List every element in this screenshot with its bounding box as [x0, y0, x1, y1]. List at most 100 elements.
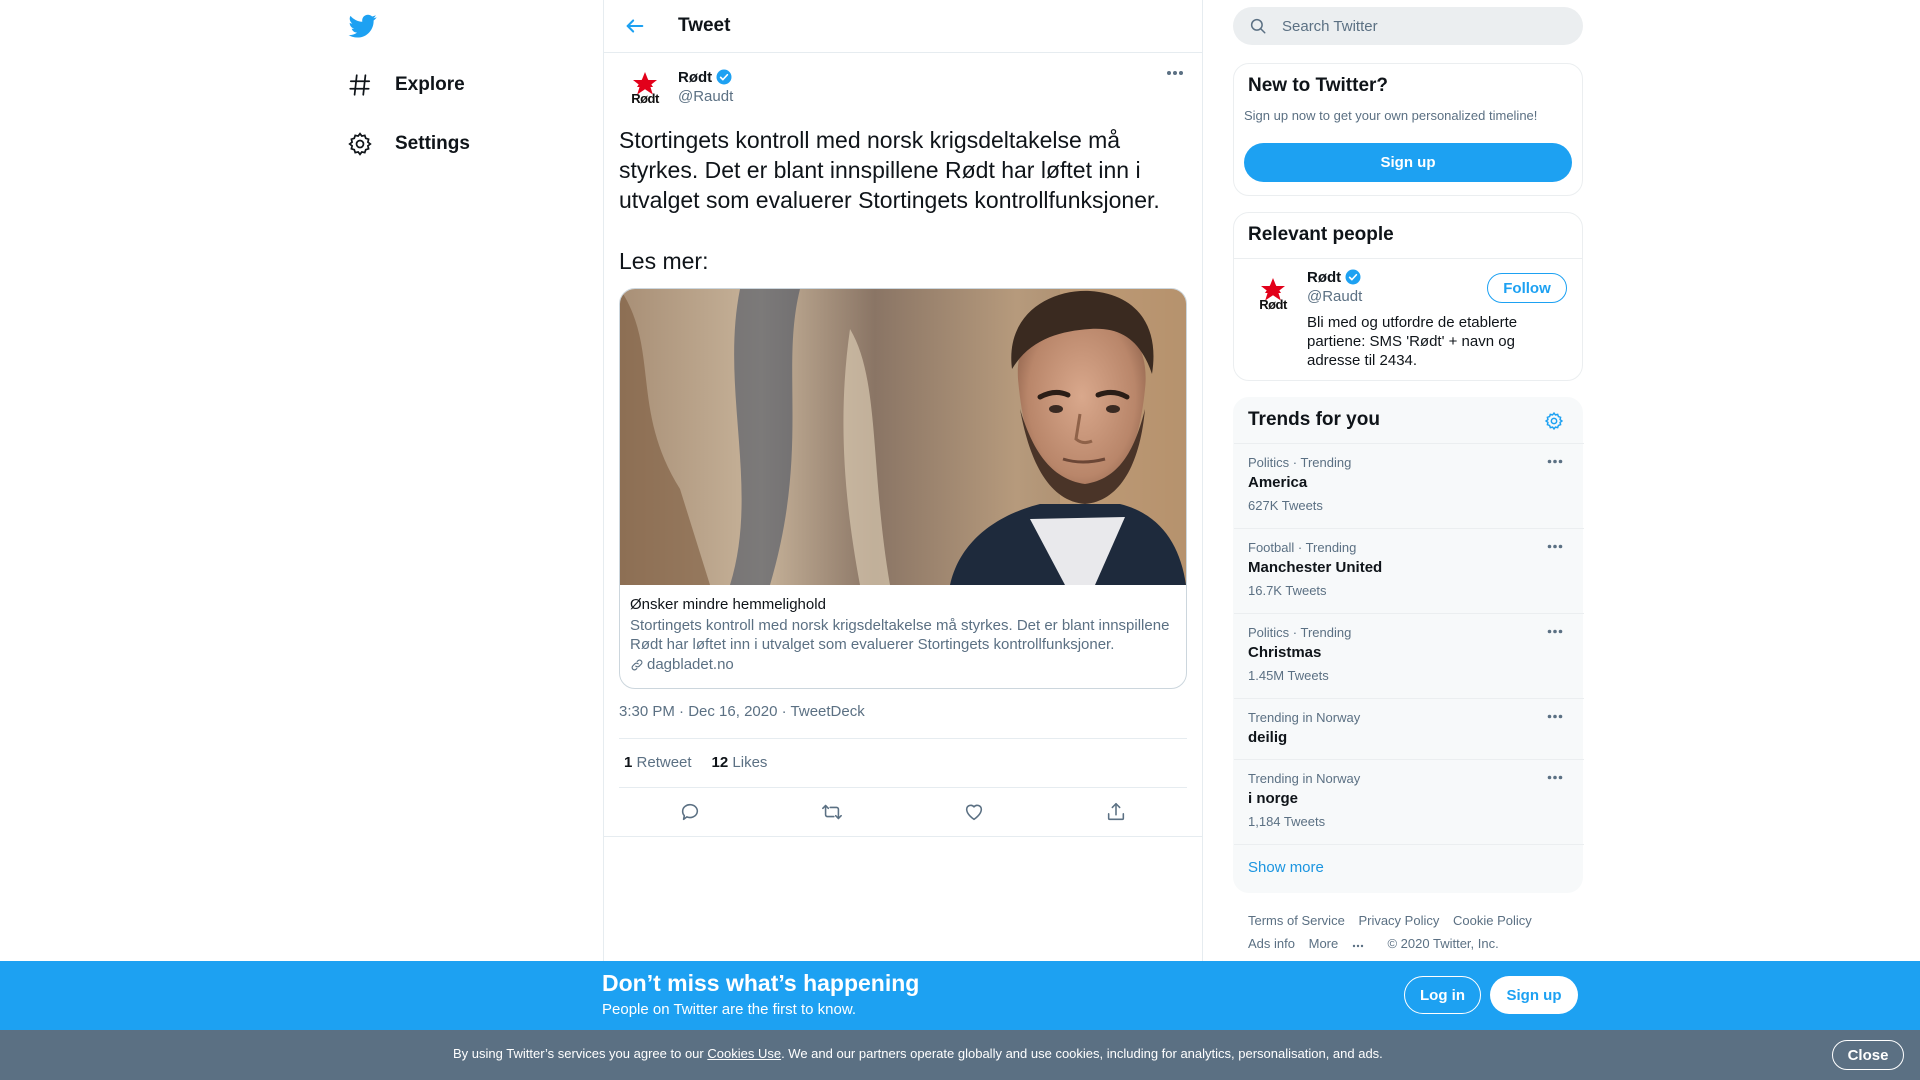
close-cookie-button[interactable]: Close [1832, 1040, 1904, 1070]
cookie-bar: By using Twitter’s services you agree to… [0, 1030, 1920, 1080]
likes-stat[interactable]: 12 Likes [712, 754, 768, 771]
divider [1234, 844, 1584, 845]
new-to-twitter-panel: New to Twitter? Sign up now to get your … [1233, 63, 1583, 196]
avatar-logo-text: Rødt [631, 90, 659, 106]
trends-settings-gear-icon[interactable] [1544, 411, 1564, 431]
divider [619, 738, 1187, 739]
person-name[interactable]: Rødt [1307, 268, 1362, 286]
arrow-left-icon[interactable] [624, 15, 646, 37]
author-name-text: Rødt [678, 68, 713, 86]
tweet-column: Tweet Rødt Rødt @Raudt Stortingets kontr… [603, 0, 1203, 1080]
privacy-link[interactable]: Privacy Policy [1358, 913, 1439, 928]
retweet-count: 1 [624, 754, 633, 771]
retweet-icon[interactable] [814, 800, 850, 824]
trend-count: 627K Tweets [1248, 498, 1323, 513]
tweet-stats: 1 Retweet 12 Likes [624, 754, 767, 771]
cookie-notice: By using Twitter’s services you agree to… [453, 1046, 1383, 1061]
trend-category: Football · Trending [1248, 540, 1357, 555]
search-bar[interactable] [1233, 7, 1583, 45]
nav-settings-label: Settings [395, 133, 470, 154]
signup-button[interactable]: Sign up [1490, 976, 1578, 1014]
more-options-icon[interactable] [1166, 70, 1184, 76]
show-more-link[interactable]: Show more [1248, 859, 1324, 876]
more-options-icon[interactable] [1547, 459, 1563, 464]
trend-item[interactable]: Politics · Trending America 627K Tweets [1234, 443, 1584, 528]
link-card[interactable]: Ønsker mindre hemmelighold Stortingets k… [619, 288, 1187, 689]
trends-title: Trends for you [1248, 409, 1380, 430]
ads-info-link[interactable]: Ads info [1248, 936, 1295, 951]
person-handle[interactable]: @Raudt [1307, 288, 1362, 305]
trend-name: deilig [1248, 729, 1288, 746]
trend-name: Manchester United [1248, 559, 1383, 576]
more-options-icon[interactable] [1547, 544, 1563, 549]
card-title: Ønsker mindre hemmelighold [630, 596, 826, 613]
meta-separator: · [781, 703, 787, 720]
more-options-icon[interactable] [1547, 714, 1563, 719]
cookie-policy-link[interactable]: Cookie Policy [1453, 913, 1532, 928]
author-name[interactable]: Rødt [678, 68, 733, 86]
terms-link[interactable]: Terms of Service [1248, 913, 1345, 928]
tweet-meta: 3:30 PM · Dec 16, 2020 · TweetDeck [619, 703, 865, 720]
tweet-actions [619, 800, 1187, 824]
trend-category: Trending in Norway [1248, 771, 1361, 786]
twitter-bird-icon[interactable] [347, 12, 379, 44]
tweet-text: Stortingets kontroll med norsk krigsdelt… [619, 127, 1160, 213]
relevant-people-panel: Relevant people Rødt Rødt @Raudt Follow … [1233, 212, 1583, 381]
relevant-people-title: Relevant people [1248, 224, 1394, 245]
verified-badge-icon [1344, 268, 1362, 286]
more-options-icon[interactable] [1547, 775, 1563, 780]
new-to-twitter-subtitle: Sign up now to get your own personalized… [1244, 108, 1538, 123]
trend-name: America [1248, 474, 1308, 491]
nav-explore-label: Explore [395, 74, 465, 95]
trend-item[interactable]: Football · Trending Manchester United 16… [1234, 528, 1584, 613]
tweet-time[interactable]: 3:30 PM [619, 703, 675, 720]
reply-icon[interactable] [672, 800, 708, 824]
trend-name: i norge [1248, 790, 1299, 807]
trend-item[interactable]: Trending in Norway deilig [1234, 698, 1584, 759]
trend-item[interactable]: Trending in Norway i norge 1,184 Tweets [1234, 759, 1584, 844]
follow-button[interactable]: Follow [1487, 273, 1567, 303]
more-options-icon[interactable] [1547, 629, 1563, 634]
card-description: Stortingets kontroll med norsk krigsdelt… [630, 617, 1170, 653]
person-name-text: Rødt [1307, 268, 1342, 286]
gear-icon [347, 131, 373, 157]
author-handle[interactable]: @Raudt [678, 88, 733, 105]
person-avatar[interactable]: Rødt [1252, 273, 1294, 315]
cookie-text-before: By using Twitter’s services you agree to… [453, 1046, 708, 1061]
link-icon [630, 658, 644, 672]
trend-category: Politics · Trending [1248, 625, 1352, 640]
retweet-stat[interactable]: 1 Retweet [624, 754, 692, 771]
footer-links: Terms of Service Privacy Policy Cookie P… [1248, 909, 1578, 955]
search-icon [1249, 17, 1267, 35]
trend-category: Trending in Norway [1248, 710, 1361, 725]
trend-count: 16.7K Tweets [1248, 583, 1327, 598]
search-input[interactable] [1282, 17, 1552, 35]
tweet-date[interactable]: Dec 16, 2020 [688, 703, 777, 720]
trend-item[interactable]: Politics · Trending Christmas 1.45M Twee… [1234, 613, 1584, 698]
login-button[interactable]: Log in [1404, 976, 1481, 1014]
prompt-title: Don’t miss what’s happening [602, 970, 920, 996]
like-heart-icon[interactable] [956, 800, 992, 824]
tweet-source[interactable]: TweetDeck [791, 703, 865, 720]
signup-prompt-bar: Don’t miss what’s happening People on Tw… [0, 961, 1920, 1030]
nav-settings[interactable]: Settings [347, 120, 470, 168]
share-icon[interactable] [1098, 800, 1134, 824]
hashtag-icon [347, 72, 373, 98]
copyright: © 2020 Twitter, Inc. [1387, 936, 1499, 951]
likes-count: 12 [711, 754, 729, 771]
trend-count: 1.45M Tweets [1248, 668, 1329, 683]
author-avatar[interactable]: Rødt [624, 67, 666, 109]
nav-explore[interactable]: Explore [347, 61, 465, 109]
signup-button[interactable]: Sign up [1244, 143, 1572, 182]
tweet-text-read-more: Les mer: [619, 248, 709, 274]
trend-category: Politics · Trending [1248, 455, 1352, 470]
card-image [620, 289, 1186, 585]
cookie-text-after: . We and our partners operate globally a… [781, 1046, 1383, 1061]
divider [619, 787, 1187, 788]
card-domain: dagbladet.no [630, 656, 734, 673]
cookies-use-link[interactable]: Cookies Use [707, 1046, 781, 1061]
more-link[interactable]: More [1309, 936, 1374, 951]
verified-badge-icon [715, 68, 733, 86]
divider [1234, 258, 1582, 259]
likes-label: Likes [732, 754, 768, 771]
